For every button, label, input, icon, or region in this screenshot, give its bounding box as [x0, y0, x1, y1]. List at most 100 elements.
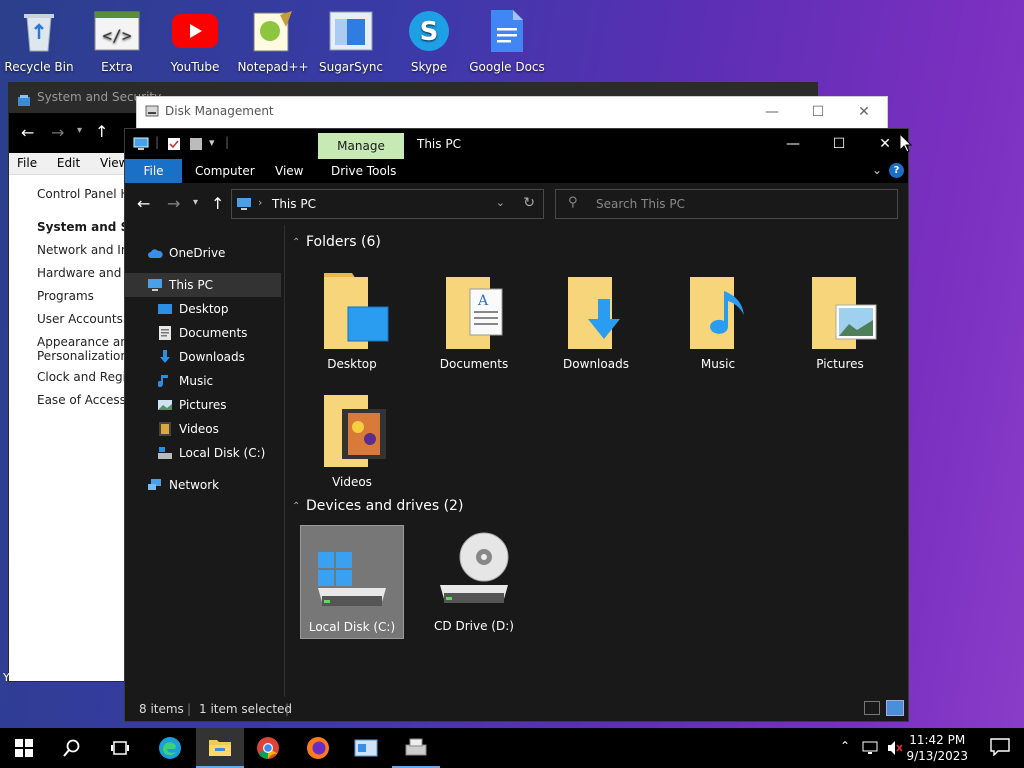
- tab-view[interactable]: View: [275, 164, 303, 178]
- breadcrumb-separator-icon: ›: [258, 196, 263, 209]
- taskbar-disk-management[interactable]: [392, 728, 440, 768]
- forward-arrow-icon[interactable]: →: [51, 123, 64, 142]
- folder-icon: [312, 385, 392, 471]
- desktop-icon-label: Google Docs: [469, 60, 545, 74]
- refresh-icon[interactable]: ↻: [523, 195, 535, 211]
- link-clock-region[interactable]: Clock and Region: [37, 370, 137, 393]
- start-button[interactable]: [0, 728, 48, 768]
- details-view-icon[interactable]: [864, 701, 880, 715]
- drive-local-disk-c[interactable]: Local Disk (C:): [300, 525, 404, 639]
- search-box[interactable]: ⚲ Search This PC: [555, 189, 898, 219]
- desktop-icon-label: Notepad++: [237, 60, 309, 74]
- large-icons-view-icon[interactable]: [886, 700, 904, 716]
- address-text: This PC: [272, 197, 316, 211]
- system-clock[interactable]: 11:42 PM 9/13/2023: [906, 732, 968, 764]
- explorer-titlebar[interactable]: | ▾ | Manage This PC — ☐ ✕: [125, 129, 908, 159]
- taskbar-firefox[interactable]: [294, 728, 342, 768]
- minimize-button[interactable]: —: [770, 129, 816, 159]
- desktop-icon-notepadpp[interactable]: Notepad++: [234, 8, 312, 74]
- sidebar-item-desktop[interactable]: Desktop: [157, 297, 277, 321]
- up-arrow-icon[interactable]: ↑: [211, 194, 224, 213]
- taskbar-edge[interactable]: [146, 728, 194, 768]
- folder-desktop[interactable]: Desktop: [300, 267, 404, 371]
- desktop-icon-extra[interactable]: </> Extra: [78, 8, 156, 74]
- recent-locations-icon[interactable]: ▾: [193, 197, 198, 208]
- sidebar-item-this-pc[interactable]: This PC: [125, 273, 281, 297]
- group-header-folders[interactable]: Folders (6): [306, 234, 381, 250]
- show-hidden-icons-icon[interactable]: ⌃: [840, 739, 850, 753]
- up-arrow-icon[interactable]: ↑: [95, 122, 108, 141]
- desktop-icon-google-docs[interactable]: Google Docs: [468, 8, 546, 74]
- folder-documents[interactable]: A Documents: [422, 267, 526, 371]
- tab-drive-tools[interactable]: Drive Tools: [331, 164, 396, 178]
- sidebar-item-label: Documents: [179, 326, 248, 340]
- network-status-icon[interactable]: [862, 740, 880, 759]
- new-folder-icon[interactable]: [189, 137, 203, 154]
- desktop-icon-skype[interactable]: S Skype: [390, 8, 468, 74]
- search-button[interactable]: [48, 728, 96, 768]
- notifications-icon[interactable]: [990, 738, 1010, 759]
- folder-music[interactable]: Music: [666, 267, 770, 371]
- collapse-group-icon[interactable]: ⌃: [292, 237, 300, 248]
- link-hardware[interactable]: Hardware and Sound: [37, 266, 137, 289]
- task-view-button[interactable]: [96, 728, 144, 768]
- address-bar[interactable]: › This PC ⌄ ↻: [231, 189, 544, 219]
- help-icon[interactable]: ?: [889, 163, 904, 178]
- cloud-icon: [147, 245, 163, 261]
- forward-arrow-icon[interactable]: →: [167, 194, 180, 213]
- menu-file[interactable]: File: [9, 153, 45, 173]
- desktop-icon-sugarsync[interactable]: SugarSync: [312, 8, 390, 74]
- network-icon: [147, 477, 163, 493]
- link-ease-of-access[interactable]: Ease of Access: [37, 393, 137, 416]
- taskbar-control-panel[interactable]: [342, 728, 390, 768]
- link-control-panel-home[interactable]: Control Panel Home: [37, 187, 137, 210]
- tab-file[interactable]: File: [125, 159, 182, 183]
- music-icon: [157, 373, 173, 389]
- desktop-icon-label: Extra: [101, 60, 133, 74]
- svg-text:A: A: [477, 293, 489, 309]
- link-programs[interactable]: Programs: [37, 289, 137, 312]
- mouse-cursor-icon: [899, 133, 913, 153]
- group-header-devices[interactable]: Devices and drives (2): [306, 498, 463, 514]
- menu-edit[interactable]: Edit: [49, 153, 88, 173]
- sidebar-item-downloads[interactable]: Downloads: [157, 345, 277, 369]
- close-button[interactable]: ✕: [841, 97, 887, 127]
- maximize-button[interactable]: ☐: [816, 129, 862, 159]
- properties-icon[interactable]: [167, 137, 181, 154]
- chevron-down-icon[interactable]: ⌄: [496, 196, 505, 209]
- sidebar-item-pictures[interactable]: Pictures: [157, 393, 277, 417]
- desktop-icon-recycle-bin[interactable]: Recycle Bin: [0, 8, 78, 74]
- chevron-down-icon[interactable]: ▾: [77, 125, 82, 136]
- taskbar-file-explorer[interactable]: [196, 728, 244, 768]
- collapse-group-icon[interactable]: ⌃: [292, 501, 300, 512]
- sidebar-item-local-disk[interactable]: Local Disk (C:): [157, 441, 281, 465]
- sidebar-item-label: Videos: [179, 422, 219, 436]
- customize-toolbar-icon[interactable]: ▾: [209, 136, 215, 149]
- sidebar-item-videos[interactable]: Videos: [157, 417, 277, 441]
- desktop-icon-youtube[interactable]: YouTube: [156, 8, 234, 74]
- edge-icon: [159, 737, 181, 759]
- volume-muted-icon[interactable]: [886, 739, 904, 760]
- drive-cd-drive-d[interactable]: CD Drive (D:): [422, 529, 526, 633]
- sidebar-item-onedrive[interactable]: OneDrive: [147, 241, 277, 265]
- pictures-icon: [157, 397, 173, 413]
- minimize-button[interactable]: —: [749, 97, 795, 127]
- folder-downloads[interactable]: Downloads: [544, 267, 648, 371]
- link-network[interactable]: Network and Internet: [37, 243, 137, 266]
- tab-computer[interactable]: Computer: [195, 164, 255, 178]
- sidebar-item-network[interactable]: Network: [147, 473, 277, 497]
- back-arrow-icon[interactable]: ←: [137, 194, 150, 213]
- folder-videos[interactable]: Videos: [300, 385, 404, 489]
- sidebar-item-music[interactable]: Music: [157, 369, 277, 393]
- sidebar-item-label: This PC: [169, 278, 213, 292]
- maximize-button[interactable]: ☐: [795, 97, 841, 127]
- tab-manage[interactable]: Manage: [318, 133, 404, 159]
- link-user-accounts[interactable]: User Accounts: [37, 312, 137, 335]
- back-arrow-icon[interactable]: ←: [21, 123, 34, 142]
- taskbar-chrome[interactable]: [244, 728, 292, 768]
- sidebar-item-documents[interactable]: Documents: [157, 321, 277, 345]
- folder-pictures[interactable]: Pictures: [788, 267, 892, 371]
- expand-ribbon-icon[interactable]: ⌄: [872, 163, 882, 177]
- link-appearance[interactable]: Appearance and Personalization: [37, 335, 137, 370]
- link-system-and-security[interactable]: ●System and Security: [37, 220, 137, 243]
